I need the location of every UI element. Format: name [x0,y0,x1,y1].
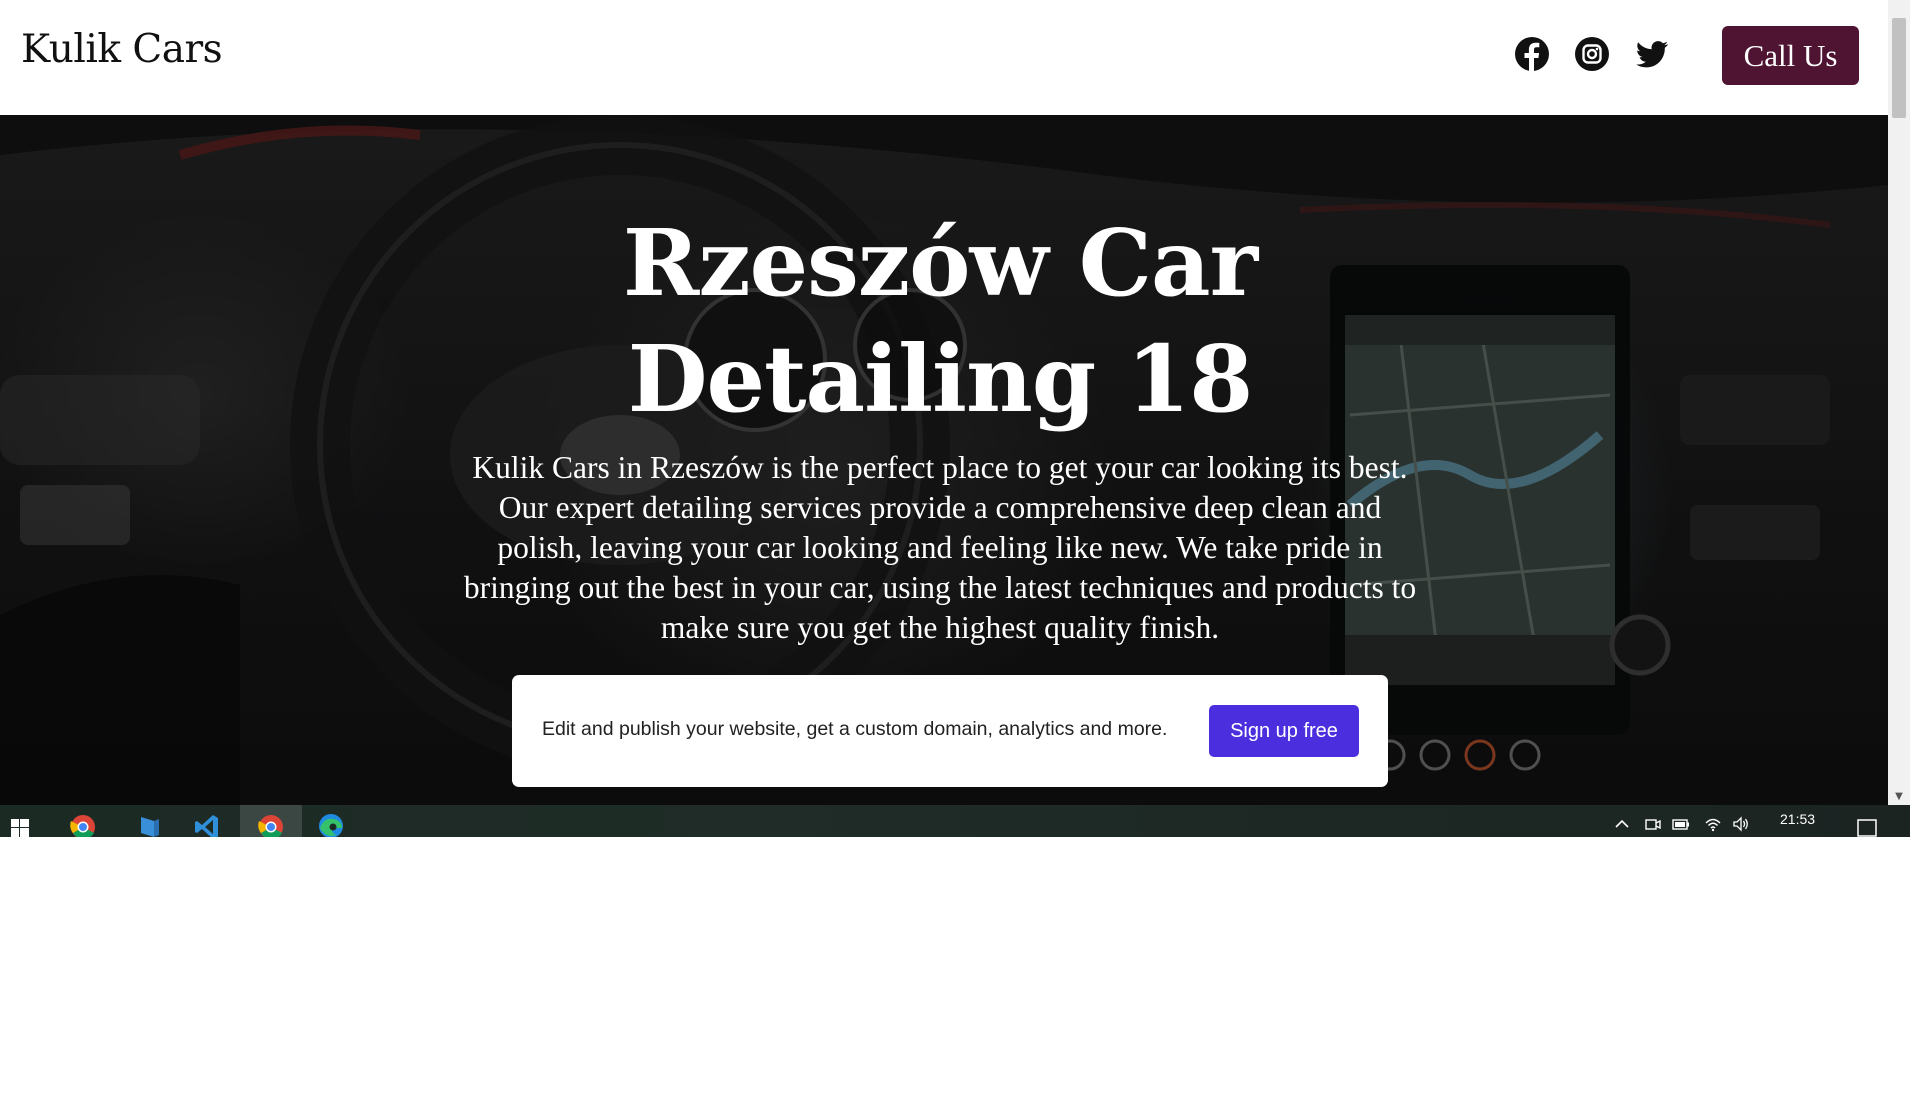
instagram-icon[interactable] [1574,36,1610,72]
chevron-up-icon[interactable] [1612,814,1632,834]
notification-icon[interactable] [1857,819,1877,837]
volume-icon[interactable] [1731,814,1751,834]
hero-title: Rzeszów Car Detailing 18 [622,209,1258,433]
site-header: Kulik Cars Call Us [0,0,1888,115]
promo-text: Edit and publish your website, get a cus… [542,718,1168,740]
chrome-icon [258,815,283,837]
scroll-down-arrow-icon[interactable]: ▼ [1893,791,1905,803]
promo-banner: Edit and publish your website, get a cus… [512,675,1388,787]
twitter-icon[interactable] [1634,36,1670,72]
meet-icon[interactable] [1643,814,1663,834]
edge-icon[interactable] [318,811,344,837]
page-blank-area [0,837,1910,1120]
chrome-icon-active[interactable] [240,805,302,837]
app-icon[interactable] [136,811,162,837]
taskbar: 21:53 [0,805,1910,837]
browser-viewport: Kulik Cars Call Us Rzeszów Car Detailing… [0,0,1910,837]
vertical-scrollbar[interactable]: ▼ [1888,0,1910,805]
scroll-thumb[interactable] [1892,18,1906,118]
wifi-icon[interactable] [1703,814,1723,834]
windows-start-icon[interactable] [8,811,34,837]
vscode-icon[interactable] [194,811,220,837]
chrome-icon[interactable] [70,811,96,837]
call-us-button[interactable]: Call Us [1722,26,1859,85]
brand-logo[interactable]: Kulik Cars [21,27,223,72]
facebook-icon[interactable] [1514,36,1550,72]
sign-up-button[interactable]: Sign up free [1209,705,1359,757]
hero-description: Kulik Cars in Rzeszów is the perfect pla… [463,450,1417,645]
hero-section: Rzeszów Car Detailing 18 Kulik Cars in R… [0,115,1888,805]
taskbar-clock[interactable]: 21:53 [1780,811,1815,827]
battery-icon[interactable] [1671,814,1691,834]
